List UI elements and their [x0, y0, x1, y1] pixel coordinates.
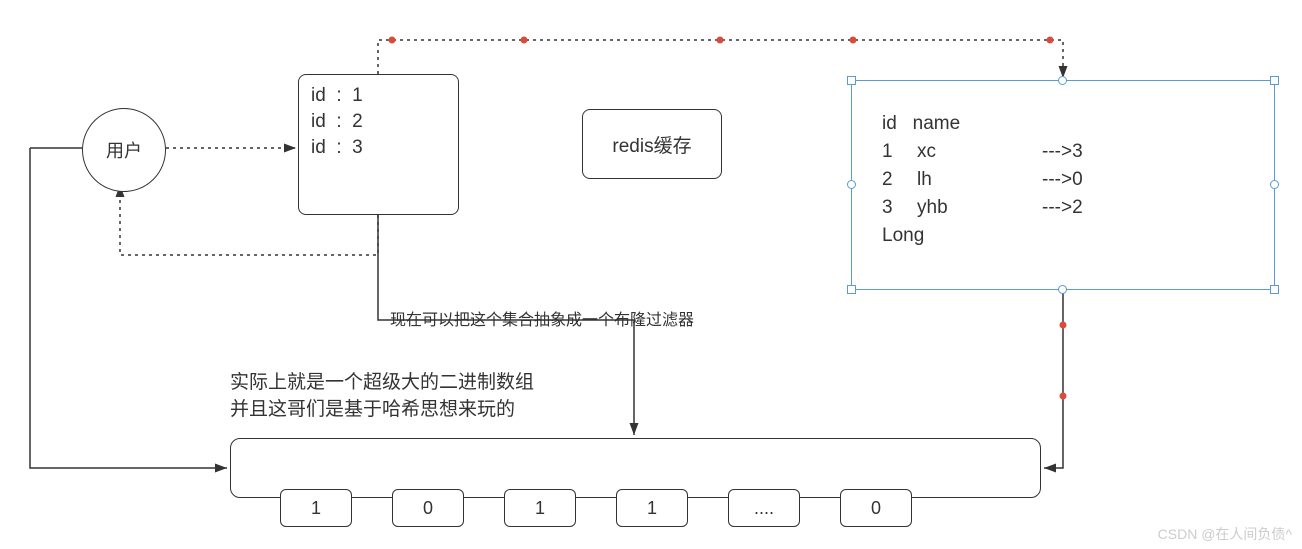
db-row-name-1: lh: [917, 167, 932, 194]
id-list-line1: id : 1: [311, 83, 363, 110]
db-row-id-1: 2: [882, 167, 893, 194]
db-header: id name: [882, 111, 960, 138]
id-list-line3: id : 3: [311, 135, 363, 162]
db-row-hash-1: --->0: [1042, 167, 1083, 194]
db-box[interactable]: id name 1 xc --->3 2 lh --->0 3 yhb --->…: [851, 80, 1275, 290]
id-list-line2: id : 2: [311, 109, 363, 136]
watermark: CSDN @在人间负债^: [1158, 524, 1292, 544]
bit-cell-1: 0: [392, 489, 464, 527]
db-row-hash-0: --->3: [1042, 139, 1083, 166]
user-label: 用户: [106, 137, 142, 163]
db-row-name-0: xc: [917, 139, 936, 166]
user-node: 用户: [82, 108, 166, 192]
db-row-id-2: 3: [882, 195, 893, 222]
redis-label: redis缓存: [612, 131, 691, 158]
binary-array-annotation: 实际上就是一个超级大的二进制数组 并且这哥们是基于哈希思想来玩的: [230, 370, 534, 423]
bit-cell-2: 1: [504, 489, 576, 527]
db-row-hash-2: --->2: [1042, 195, 1083, 222]
db-row-name-2: yhb: [917, 195, 948, 222]
id-list-box: id : 1 id : 2 id : 3: [298, 74, 459, 215]
bit-cell-3: 1: [616, 489, 688, 527]
redis-cache-box: redis缓存: [582, 109, 722, 179]
db-row-id-0: 1: [882, 139, 893, 166]
db-row-name-3: Long: [882, 223, 924, 250]
bit-cell-0: 1: [280, 489, 352, 527]
bit-cell-5: 0: [840, 489, 912, 527]
bit-cell-4: ....: [728, 489, 800, 527]
bloom-annotation: 现在可以把这个集合抽象成一个布隆过滤器: [390, 310, 694, 332]
